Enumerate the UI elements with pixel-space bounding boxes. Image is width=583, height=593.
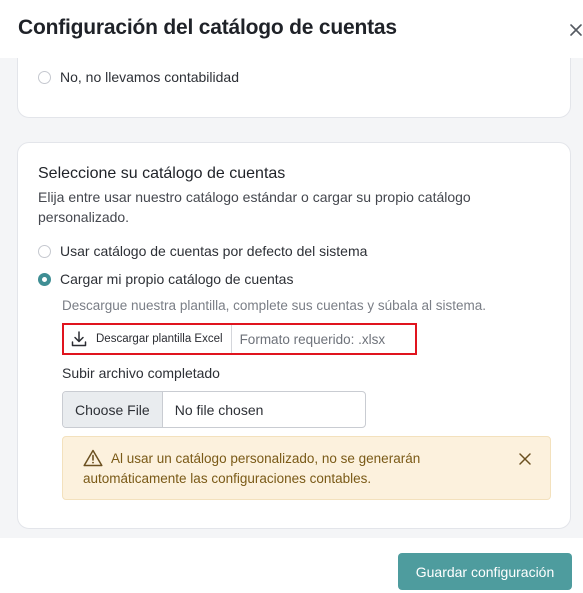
- file-status: No file chosen: [174, 401, 264, 418]
- section-description: Elija entre usar nuestro catálogo estánd…: [38, 189, 471, 225]
- modal-title: Configuración del catálogo de cuentas: [18, 16, 397, 39]
- radio-default-catalog[interactable]: [38, 245, 51, 258]
- template-hint: Descargue nuestra plantilla, complete su…: [62, 298, 486, 313]
- save-configuration-button[interactable]: Guardar configuración: [398, 553, 572, 590]
- close-icon[interactable]: [566, 20, 583, 40]
- choose-file-button[interactable]: Choose File: [63, 392, 163, 427]
- file-upload-input[interactable]: Choose File No file chosen: [62, 391, 366, 428]
- section-title: Seleccione su catálogo de cuentas: [38, 165, 286, 182]
- warning-alert: Al usar un catálogo personalizado, no se…: [62, 436, 551, 500]
- upload-label: Subir archivo completado: [62, 365, 220, 381]
- download-icon: [71, 331, 87, 347]
- modal-body[interactable]: No, no llevamos contabilidad Seleccione …: [0, 58, 583, 538]
- radio-no-accounting-label[interactable]: No, no llevamos contabilidad: [60, 69, 239, 85]
- radio-no-accounting[interactable]: [38, 71, 51, 84]
- radio-custom-catalog[interactable]: [38, 273, 51, 286]
- catalog-card: Seleccione su catálogo de cuentas Elija …: [17, 142, 571, 529]
- accounting-card: No, no llevamos contabilidad: [17, 58, 571, 118]
- close-icon[interactable]: [518, 452, 532, 466]
- download-template-button[interactable]: Descargar plantilla Excel: [64, 325, 232, 353]
- radio-custom-catalog-label[interactable]: Cargar mi propio catálogo de cuentas: [60, 271, 293, 287]
- radio-default-catalog-label[interactable]: Usar catálogo de cuentas por defecto del…: [60, 243, 367, 259]
- format-requirement: Formato requerido: .xlsx: [239, 331, 386, 347]
- download-template-label: Descargar plantilla Excel: [96, 333, 223, 345]
- template-download-group: Descargar plantilla Excel Formato requer…: [62, 323, 417, 355]
- warning-text: Al usar un catálogo personalizado, no se…: [83, 451, 421, 486]
